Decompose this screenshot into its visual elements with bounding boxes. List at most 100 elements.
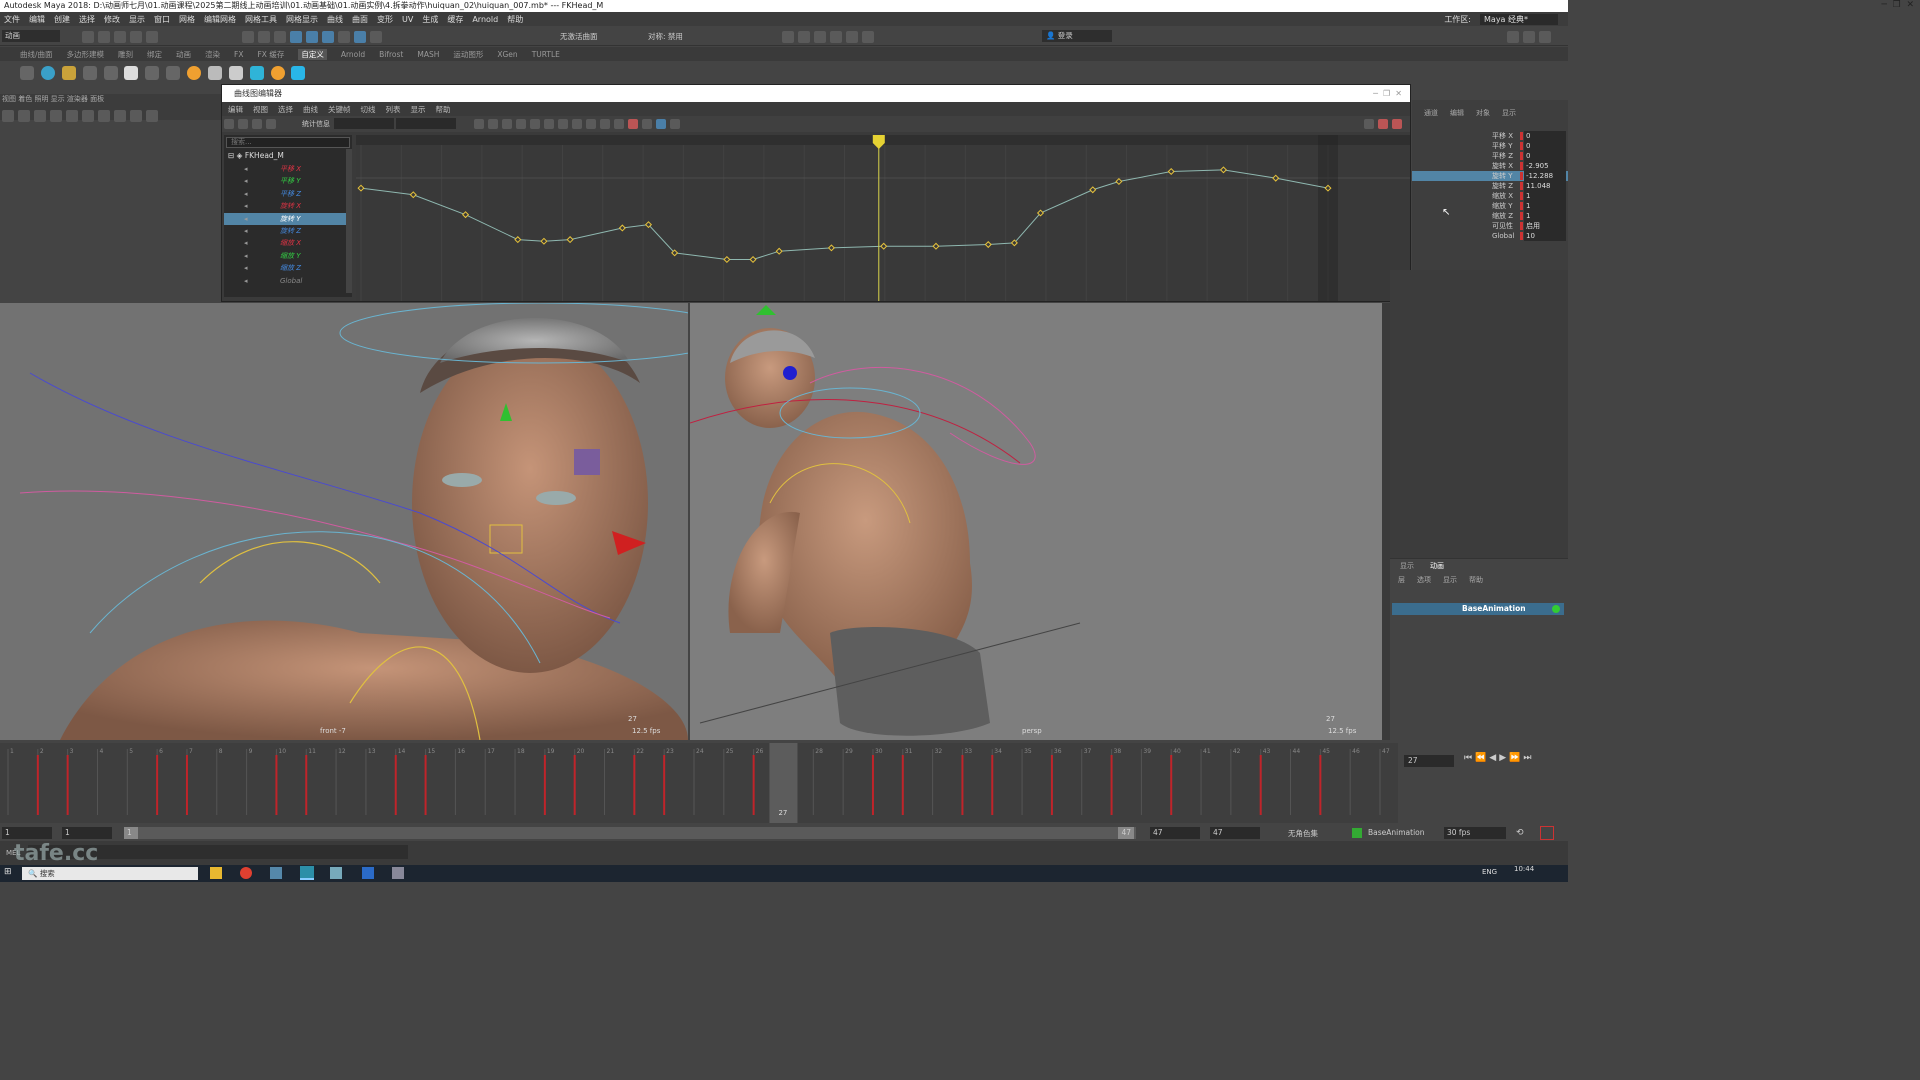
grid-icon[interactable] bbox=[50, 110, 62, 122]
app-icon[interactable] bbox=[392, 867, 404, 879]
channel-mute-icon[interactable]: ◂ bbox=[244, 275, 248, 287]
outliner-node[interactable]: ⊟ ◈ FKHead_M bbox=[228, 151, 284, 160]
menu-item[interactable]: UV bbox=[402, 15, 413, 24]
anim-end-field[interactable]: 47 bbox=[1210, 827, 1260, 839]
current-frame-field[interactable]: 27 bbox=[1404, 755, 1454, 767]
open-scene-icon[interactable] bbox=[98, 31, 110, 43]
camera-attr-icon[interactable] bbox=[18, 110, 30, 122]
playback-end-field[interactable]: 47 bbox=[1150, 827, 1200, 839]
start-icon[interactable]: ⊞ bbox=[4, 867, 12, 877]
menu-item[interactable]: 生成 bbox=[422, 14, 438, 25]
fps-select[interactable]: 30 fps bbox=[1444, 827, 1506, 839]
ge-menu-item[interactable]: 显示 bbox=[411, 104, 426, 115]
ipr-icon[interactable] bbox=[798, 31, 810, 43]
render-view-icon[interactable] bbox=[846, 31, 858, 43]
channel-attr-value[interactable]: 1 bbox=[1524, 191, 1566, 201]
stats-field-1[interactable] bbox=[334, 118, 394, 129]
tangent-auto-icon[interactable] bbox=[474, 119, 484, 129]
pause-icon[interactable] bbox=[862, 31, 874, 43]
channel-attr-value[interactable]: 0 bbox=[1524, 131, 1566, 141]
channel-attr-row[interactable]: 缩放 X 1 bbox=[1492, 191, 1568, 201]
new-scene-icon[interactable] bbox=[82, 31, 94, 43]
break-tangent-icon[interactable] bbox=[572, 119, 582, 129]
channel-attr-row[interactable]: 缩放 Z 1 bbox=[1492, 211, 1568, 221]
shelf-folder-icon[interactable] bbox=[61, 66, 76, 80]
channel-attr-value[interactable]: 11.048 bbox=[1524, 181, 1566, 191]
character-set-select[interactable]: 无角色集 bbox=[1288, 828, 1318, 839]
graph-channel-7[interactable]: ◂ 缩放 Y bbox=[224, 250, 346, 262]
layer-menu-item[interactable]: 选项 bbox=[1417, 575, 1431, 585]
graph-channel-6[interactable]: ◂ 缩放 X bbox=[224, 237, 346, 249]
maya-icon[interactable] bbox=[300, 866, 314, 880]
channel-attr-row[interactable]: 平移 Y 0 bbox=[1492, 141, 1568, 151]
menu-item[interactable]: 文件 bbox=[4, 14, 20, 25]
layer-menu-item[interactable]: 帮助 bbox=[1469, 575, 1483, 585]
shelf-tab[interactable]: 动画 bbox=[176, 49, 191, 60]
taskbar-search[interactable]: 🔍 搜索 bbox=[22, 867, 198, 880]
tangent-spline-icon[interactable] bbox=[488, 119, 498, 129]
insert-key-icon[interactable] bbox=[238, 119, 248, 129]
shelf-tab-active[interactable]: 自定义 bbox=[298, 48, 327, 60]
layer-tab-display[interactable]: 显示 bbox=[1400, 561, 1414, 571]
swap-buffer-icon[interactable] bbox=[642, 119, 652, 129]
menu-item[interactable]: Arnold bbox=[472, 15, 498, 24]
menu-item[interactable]: 显示 bbox=[129, 14, 145, 25]
anim-layer-select[interactable]: BaseAnimation bbox=[1368, 828, 1425, 837]
channel-attr-row[interactable]: Global 10 bbox=[1492, 231, 1568, 241]
symmetry-label[interactable]: 对称: 禁用 bbox=[648, 31, 683, 42]
shelf-tool-icon[interactable] bbox=[166, 66, 181, 80]
playback-buttons[interactable]: ⏮⏪◀▶⏩⏭ bbox=[1464, 753, 1534, 763]
shelf-tab[interactable]: FX 缓存 bbox=[257, 49, 284, 60]
channel-attr-value[interactable]: -12.288 bbox=[1524, 171, 1566, 181]
language-indicator[interactable]: ENG bbox=[1482, 868, 1497, 876]
time-slider-track[interactable]: 1 2 3 4 5 6 7 8 9 10 11 12 13 14 15 16 17 18 19 20 21 22 23 24 2… bbox=[0, 743, 1398, 823]
explorer-icon[interactable] bbox=[210, 867, 222, 879]
free-weight-icon[interactable] bbox=[600, 119, 610, 129]
channel-attr-row[interactable]: 平移 X 0 bbox=[1492, 131, 1568, 141]
modeling-toolkit-icon[interactable] bbox=[1507, 31, 1519, 43]
tangent-step-icon[interactable] bbox=[544, 119, 554, 129]
menu-item[interactable]: 编辑网格 bbox=[204, 14, 236, 25]
channel-attr-value[interactable]: 启用 bbox=[1524, 221, 1566, 231]
shelf-tab[interactable]: TURTLE bbox=[532, 50, 560, 59]
layer-active-icon[interactable] bbox=[1552, 605, 1560, 613]
channel-attr-value[interactable]: 10 bbox=[1524, 231, 1566, 241]
layer-menu-item[interactable]: 显示 bbox=[1443, 575, 1457, 585]
buffer-curve-icon[interactable] bbox=[628, 119, 638, 129]
stats-field-2[interactable] bbox=[396, 118, 456, 129]
channel-mute-icon[interactable]: ◂ bbox=[244, 163, 248, 175]
channel-attr-value[interactable]: -2.905 bbox=[1524, 161, 1566, 171]
menu-item[interactable]: 选择 bbox=[79, 14, 95, 25]
curve-view-icon[interactable] bbox=[1378, 119, 1388, 129]
textured-icon[interactable] bbox=[98, 110, 110, 122]
channel-mute-icon[interactable]: ◂ bbox=[244, 225, 248, 237]
window-controls[interactable]: ─ ❐ ✕ bbox=[1882, 0, 1914, 10]
save-scene-icon[interactable] bbox=[114, 31, 126, 43]
clock[interactable]: 10:44 bbox=[1514, 865, 1534, 873]
menu-item[interactable]: 修改 bbox=[104, 14, 120, 25]
shelf-tool-icon[interactable] bbox=[145, 66, 160, 80]
channel-attr-row[interactable]: 旋转 X -2.905 bbox=[1492, 161, 1568, 171]
viewport-persp[interactable]: persp 27 12.5 fps bbox=[690, 303, 1382, 740]
menu-item[interactable]: 网格 bbox=[179, 14, 195, 25]
cb-tab[interactable]: 编辑 bbox=[1450, 108, 1464, 118]
menu-item[interactable]: 编辑 bbox=[29, 14, 45, 25]
graph-channel-3[interactable]: ◂ 旋转 X bbox=[224, 200, 346, 212]
channel-mute-icon[interactable]: ◂ bbox=[244, 213, 248, 225]
tangent-flat-icon[interactable] bbox=[530, 119, 540, 129]
channel-attr-value[interactable]: 1 bbox=[1524, 201, 1566, 211]
channel-attr-row[interactable]: 平移 Z 0 bbox=[1492, 151, 1568, 161]
shelf-tab[interactable]: 雕刻 bbox=[118, 49, 133, 60]
unify-tangent-icon[interactable] bbox=[586, 119, 596, 129]
shelf-skull-icon[interactable] bbox=[228, 66, 243, 80]
shelf-tab[interactable]: 多边形建模 bbox=[67, 49, 105, 60]
graph-channel-1[interactable]: ◂ 平移 Y bbox=[224, 175, 346, 187]
layer-row-base[interactable]: BaseAnimation bbox=[1392, 603, 1564, 615]
attribute-editor-icon[interactable] bbox=[1523, 31, 1535, 43]
menu-set-select[interactable]: 动画 bbox=[2, 30, 60, 42]
hypershade-icon[interactable] bbox=[830, 31, 842, 43]
app-icon[interactable] bbox=[362, 867, 374, 879]
select-component-icon[interactable] bbox=[274, 31, 286, 43]
snap-grid-icon[interactable] bbox=[290, 31, 302, 43]
shelf-layer-icon[interactable] bbox=[291, 66, 306, 80]
